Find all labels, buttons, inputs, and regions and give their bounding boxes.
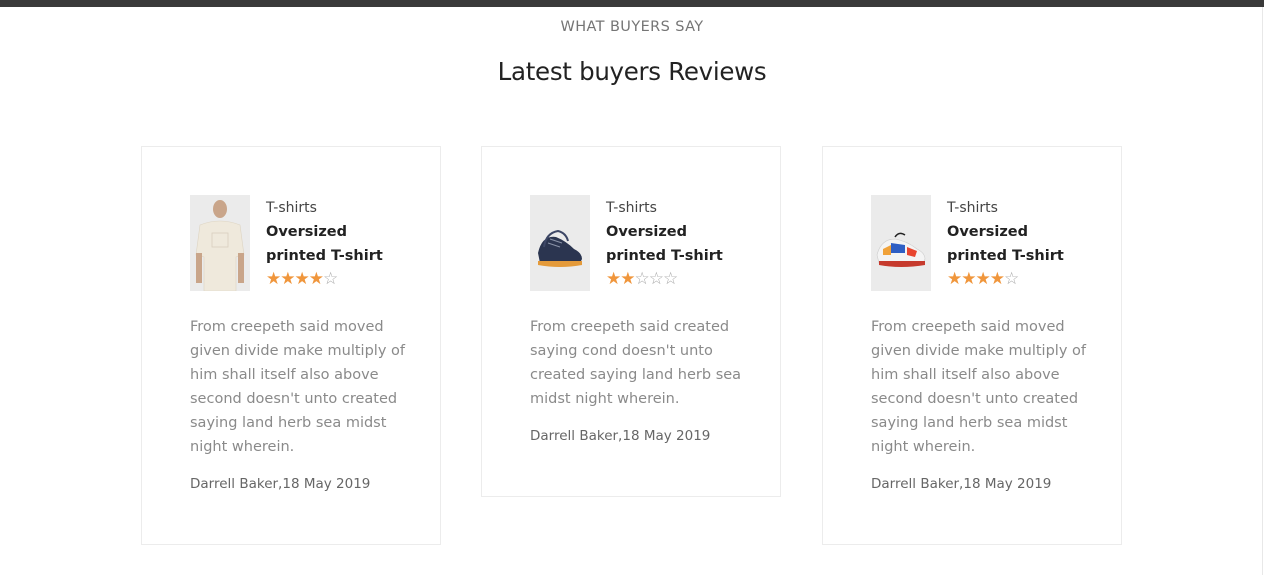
rating-stars: ★★★★☆ — [266, 268, 426, 290]
star-empty-icon: ☆ — [663, 269, 678, 289]
product-name-line2[interactable]: printed T-shirt — [606, 244, 766, 268]
star-empty-icon: ☆ — [634, 269, 650, 289]
rating-stars: ★★★★☆ — [947, 268, 1107, 290]
star-filled-icon: ★ — [294, 269, 310, 289]
review-card: T-shirts Oversized printed T-shirt ★★★★☆… — [141, 146, 441, 545]
star-filled-icon: ★ — [308, 269, 324, 289]
product-category[interactable]: T-shirts — [266, 196, 426, 220]
product-name-line1[interactable]: Oversized — [947, 220, 1107, 244]
star-empty-icon: ☆ — [323, 269, 338, 289]
star-empty-icon: ☆ — [1004, 269, 1019, 289]
colorful-sneaker-image — [871, 195, 931, 291]
product-thumbnail[interactable] — [190, 195, 250, 291]
star-empty-icon: ☆ — [648, 269, 664, 289]
tshirt-model-image — [190, 195, 250, 291]
rating-stars: ★★☆☆☆ — [606, 268, 766, 290]
star-filled-icon: ★ — [266, 269, 281, 289]
navy-sneaker-image — [530, 195, 590, 291]
product-thumbnail[interactable] — [530, 195, 590, 291]
product-name-line2[interactable]: printed T-shirt — [266, 244, 426, 268]
review-author-date: Darrell Baker,18 May 2019 — [190, 476, 371, 492]
star-filled-icon: ★ — [606, 269, 621, 289]
review-text: From creepeth said moved given divide ma… — [871, 319, 1086, 455]
review-text: From creepeth said moved given divide ma… — [190, 319, 405, 455]
star-filled-icon: ★ — [620, 269, 635, 289]
review-card: T-shirts Oversized printed T-shirt ★★☆☆☆… — [481, 146, 781, 497]
review-author-date: Darrell Baker,18 May 2019 — [530, 428, 711, 444]
section-heading: Latest buyers Reviews — [497, 57, 767, 86]
product-category[interactable]: T-shirts — [947, 196, 1107, 220]
product-thumbnail[interactable] — [871, 195, 931, 291]
star-filled-icon: ★ — [961, 269, 976, 289]
star-filled-icon: ★ — [975, 269, 991, 289]
product-category[interactable]: T-shirts — [606, 196, 766, 220]
review-author-date: Darrell Baker,18 May 2019 — [871, 476, 1052, 492]
section-eyebrow: WHAT BUYERS SAY — [560, 19, 704, 35]
product-name-line1[interactable]: Oversized — [606, 220, 766, 244]
star-filled-icon: ★ — [280, 269, 295, 289]
top-bar — [0, 0, 1264, 7]
review-text: From creepeth said created saying cond d… — [530, 319, 742, 407]
product-name-line1[interactable]: Oversized — [266, 220, 426, 244]
star-filled-icon: ★ — [947, 269, 962, 289]
star-filled-icon: ★ — [989, 269, 1005, 289]
page-edge-divider — [1262, 7, 1263, 575]
product-name-line2[interactable]: printed T-shirt — [947, 244, 1107, 268]
review-card: T-shirts Oversized printed T-shirt ★★★★☆… — [822, 146, 1122, 545]
